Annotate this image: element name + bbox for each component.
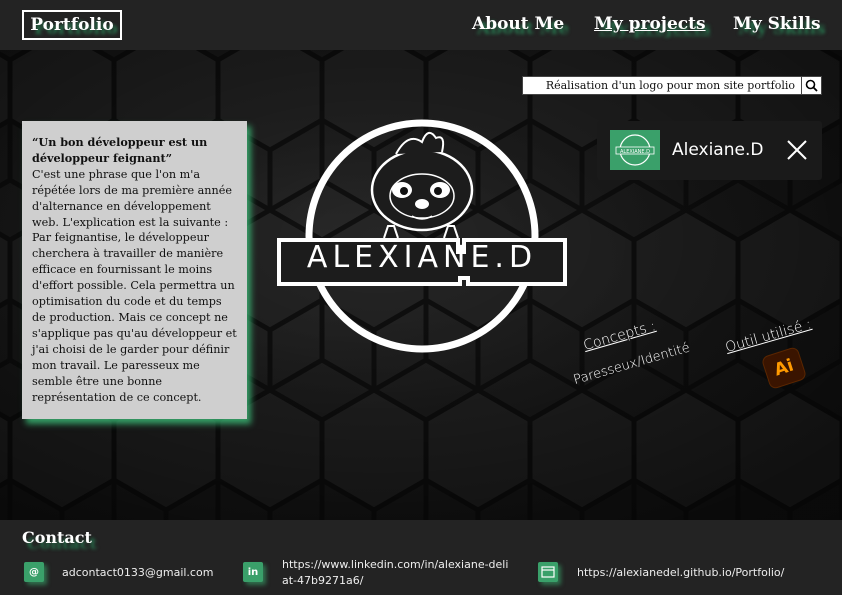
search-input[interactable]: [522, 76, 802, 95]
nav-my-projects[interactable]: My projects: [594, 14, 706, 34]
avatar-logo-text: ALEXIANE.D: [620, 149, 650, 155]
search-button[interactable]: [802, 76, 822, 95]
avatar-logo-icon: ALEXIANE.D: [615, 134, 655, 166]
nav-my-skills[interactable]: My Skills: [733, 14, 821, 34]
linkedin-link[interactable]: https://www.linkedin.com/in/alexiane-del…: [282, 557, 512, 589]
project-logo: ALEXIANE.D: [276, 112, 568, 364]
logo-text: ALEXIANE.D: [306, 240, 538, 275]
quote-title: “Un bon développeur est un développeur f…: [32, 135, 208, 165]
user-avatar: ALEXIANE.D: [610, 130, 660, 170]
website-icon: [538, 562, 558, 582]
search-bar: [522, 76, 822, 95]
website-link[interactable]: https://alexianedel.github.io/Portfolio/: [577, 565, 784, 581]
quote-body: C'est une phrase que l'on m'a répétée lo…: [32, 167, 237, 404]
user-name: Alexiane.D: [672, 140, 764, 160]
close-icon[interactable]: [785, 138, 809, 162]
user-card: ALEXIANE.D Alexiane.D: [597, 121, 822, 180]
brand-logo-link[interactable]: Portfolio: [22, 10, 122, 40]
top-navbar: Portfolio About Me My projects My Skills: [0, 0, 842, 50]
search-icon: [805, 79, 818, 92]
quote-card: “Un bon développeur est un développeur f…: [22, 121, 247, 419]
nav-about-me[interactable]: About Me: [472, 14, 564, 34]
email-link[interactable]: adcontact0133@gmail.com: [62, 565, 213, 581]
sloth-logo-image: [277, 119, 567, 353]
linkedin-icon: in: [243, 562, 263, 582]
email-icon: @: [24, 562, 44, 582]
contact-title: Contact: [22, 528, 92, 547]
browser-window-icon: [541, 566, 555, 578]
footer: Contact @ adcontact0133@gmail.com in htt…: [0, 520, 842, 595]
